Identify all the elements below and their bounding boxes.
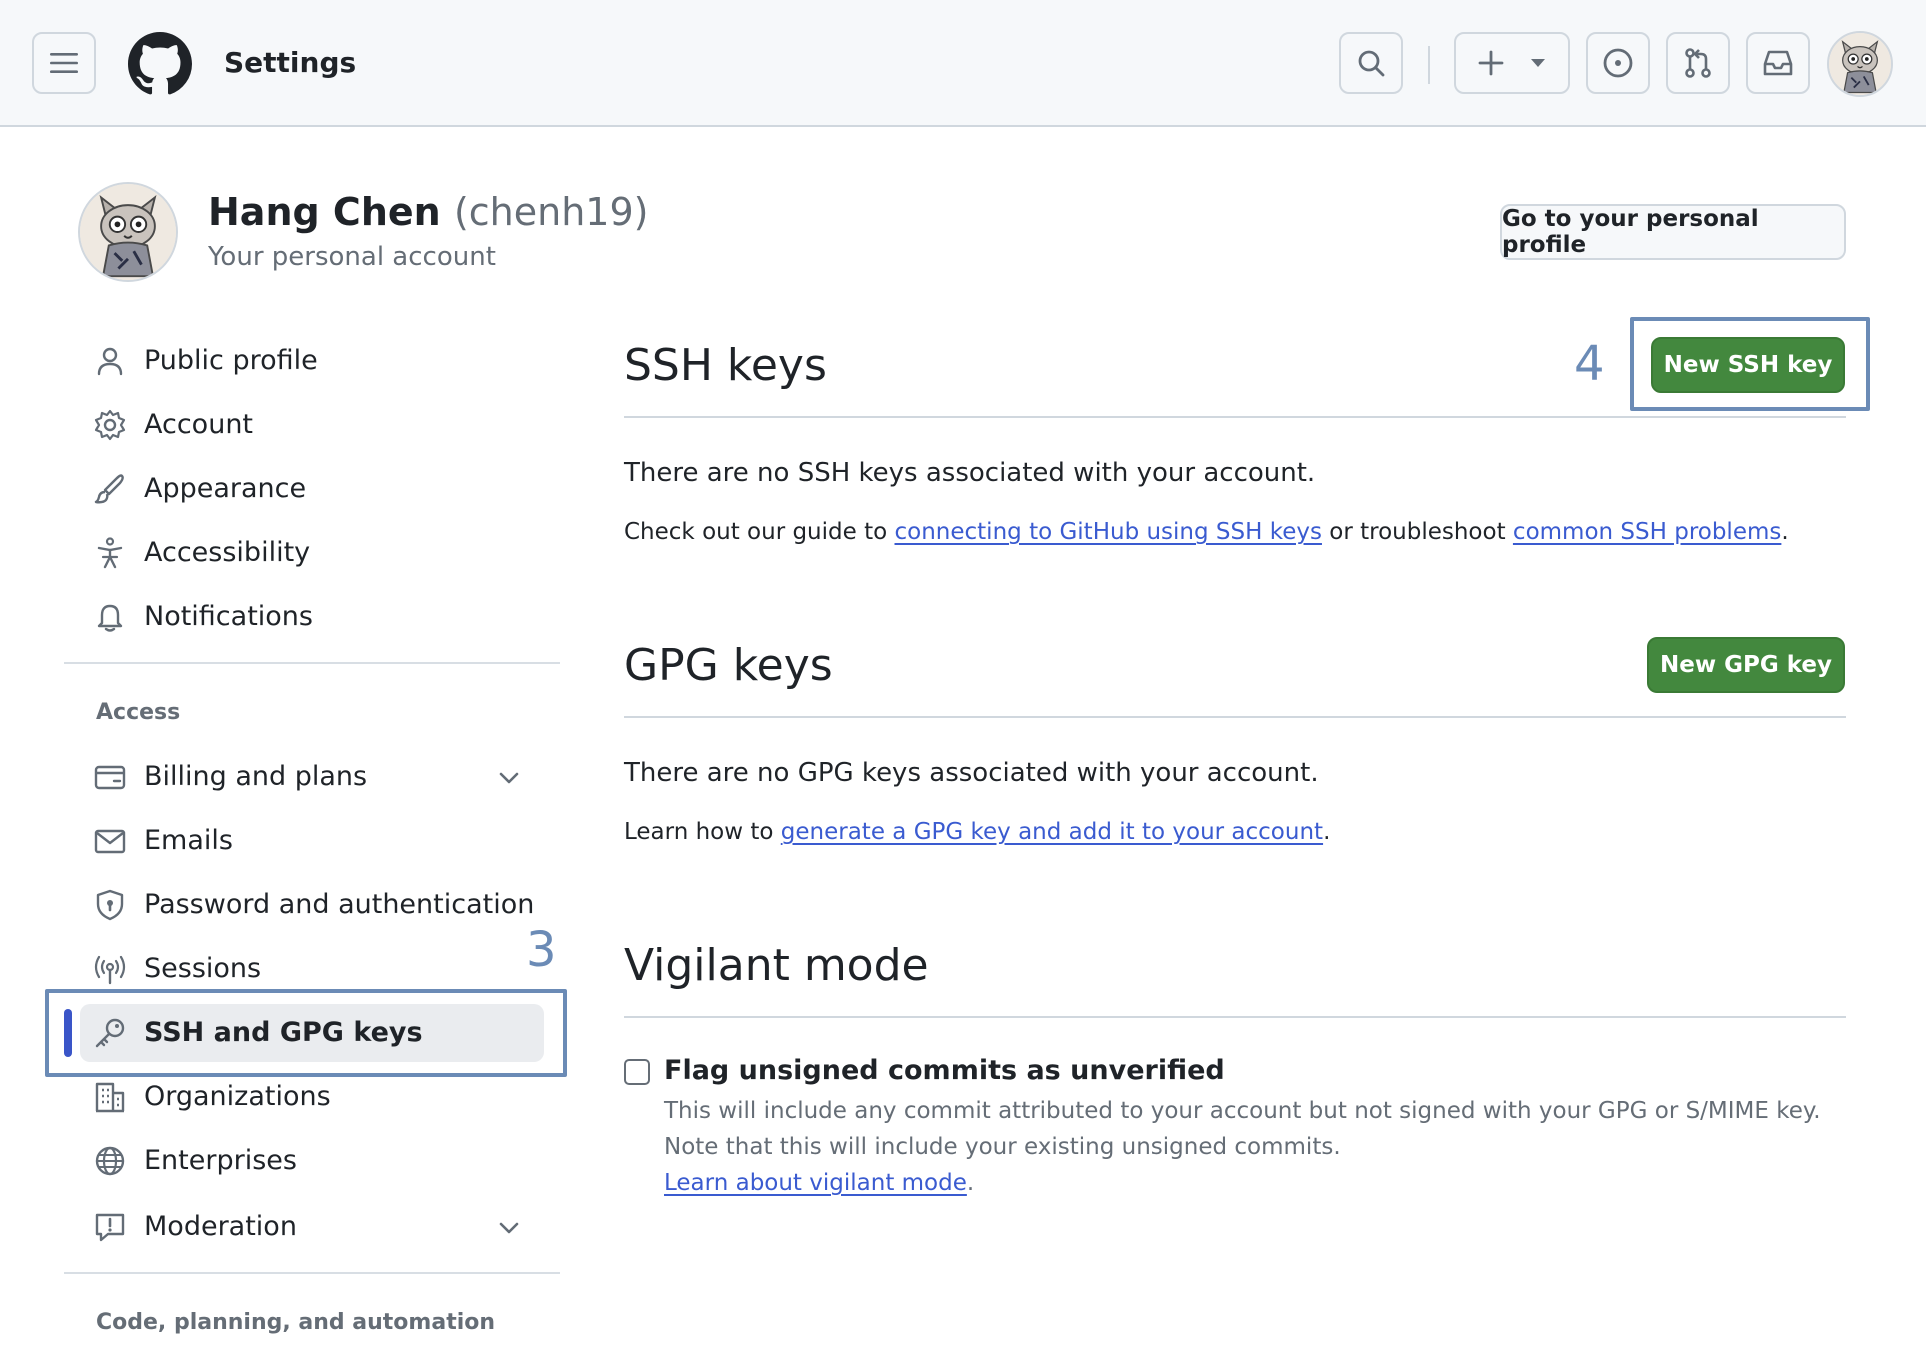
ssh-guide-suffix: . <box>1781 519 1789 545</box>
globe-icon <box>95 1146 125 1176</box>
profile-display-name: Hang Chen <box>208 190 441 234</box>
cat-avatar-icon <box>1829 33 1891 95</box>
create-new-button[interactable] <box>1454 32 1570 94</box>
gpg-keys-title: GPG keys <box>624 640 833 691</box>
ssh-guide-middle: or troubleshoot <box>1321 519 1513 545</box>
sidebar-item-emails[interactable]: Emails <box>80 812 544 870</box>
inbox-icon <box>1763 50 1793 76</box>
chevron-down-icon[interactable] <box>496 765 522 791</box>
cat-avatar-icon <box>80 184 176 280</box>
sidebar-item-enterprises[interactable]: Enterprises <box>80 1132 544 1190</box>
sidebar-item-label: Moderation <box>144 1211 297 1242</box>
vigilant-learn-link[interactable]: Learn about vigilant mode <box>664 1170 967 1196</box>
sidebar-divider <box>64 662 560 664</box>
sidebar-item-label: Account <box>144 409 254 440</box>
sidebar-item-password[interactable]: Password and authentication <box>80 876 544 934</box>
header-title: Settings <box>224 46 357 79</box>
hamburger-icon <box>50 53 78 73</box>
sidebar-divider <box>64 1272 560 1274</box>
sidebar-item-notifications[interactable]: Notifications <box>80 588 544 646</box>
go-to-profile-button[interactable]: Go to your personal profile <box>1500 204 1846 260</box>
sidebar-item-public-profile[interactable]: Public profile <box>80 332 544 390</box>
vigilant-learn-text: Learn about vigilant mode. <box>664 1170 974 1196</box>
annotation-number-step3: 3 <box>526 922 557 978</box>
ssh-keys-title: SSH keys <box>624 340 827 391</box>
top-header: Settings <box>0 0 1926 127</box>
bell-icon <box>97 604 123 632</box>
issue-opened-icon <box>1603 48 1633 78</box>
gear-icon <box>94 409 126 441</box>
vigilant-note-line2: Note that this will include your existin… <box>664 1134 1341 1160</box>
broadcast-icon <box>94 955 126 985</box>
sidebar-heading-access: Access <box>96 700 181 725</box>
shield-lock-icon <box>96 889 124 921</box>
sidebar-item-accessibility[interactable]: Accessibility <box>80 524 544 582</box>
plus-icon <box>1478 50 1504 76</box>
sidebar-item-label: Notifications <box>144 601 313 632</box>
gpg-learn-suffix: . <box>1323 819 1331 845</box>
sidebar-item-label: Public profile <box>144 345 318 376</box>
user-avatar-button[interactable] <box>1827 31 1893 97</box>
vigilant-learn-suffix: . <box>966 1170 975 1196</box>
vigilant-note-line1: This will include any commit attributed … <box>664 1098 1821 1124</box>
sidebar-item-label: Sessions <box>144 953 262 984</box>
profile-subtitle: Your personal account <box>208 242 496 272</box>
sidebar-item-label: Emails <box>144 825 233 856</box>
vigilant-mode-title: Vigilant mode <box>624 940 929 991</box>
sidebar-item-billing[interactable]: Billing and plans <box>80 748 544 806</box>
annotation-box-step3 <box>45 989 567 1077</box>
gpg-learn-prefix: Learn how to <box>624 819 781 845</box>
triangle-down-icon <box>1531 59 1545 67</box>
issues-button[interactable] <box>1586 32 1650 94</box>
search-icon <box>1358 50 1385 77</box>
section-divider <box>624 716 1846 718</box>
pull-requests-button[interactable] <box>1666 32 1730 94</box>
git-pull-request-icon <box>1685 48 1711 78</box>
section-divider <box>624 416 1846 418</box>
search-button[interactable] <box>1339 32 1403 94</box>
new-gpg-key-button[interactable]: New GPG key <box>1647 637 1845 693</box>
section-divider <box>624 1016 1846 1018</box>
ssh-problems-link[interactable]: common SSH problems <box>1513 519 1781 545</box>
organization-icon <box>95 1082 125 1113</box>
annotation-number-step4: 4 <box>1574 336 1605 392</box>
menu-button[interactable] <box>32 32 96 94</box>
sidebar-item-appearance[interactable]: Appearance <box>80 460 544 518</box>
ssh-guide-link[interactable]: connecting to GitHub using SSH keys <box>895 519 1322 545</box>
gpg-learn-text: Learn how to generate a GPG key and add … <box>624 819 1330 845</box>
profile-avatar <box>78 182 178 282</box>
ssh-guide-text: Check out our guide to connecting to Git… <box>624 519 1789 545</box>
sidebar-item-label: Billing and plans <box>144 761 368 792</box>
sidebar-heading-code: Code, planning, and automation <box>96 1310 496 1335</box>
header-divider <box>1428 46 1430 84</box>
profile-login: (chenh19) <box>453 190 649 234</box>
person-icon <box>97 347 123 376</box>
accessibility-icon <box>97 537 123 569</box>
sidebar-item-label: Password and authentication <box>144 889 535 920</box>
annotation-box-step4 <box>1630 317 1870 411</box>
report-icon <box>95 1213 125 1242</box>
gpg-learn-link[interactable]: generate a GPG key and add it to your ac… <box>781 819 1323 845</box>
ssh-guide-prefix: Check out our guide to <box>624 519 895 545</box>
gpg-empty-text: There are no GPG keys associated with yo… <box>624 758 1319 788</box>
mail-icon <box>94 829 126 854</box>
sidebar-item-account[interactable]: Account <box>80 396 544 454</box>
vigilant-mode-checkbox[interactable] <box>624 1059 650 1085</box>
github-logo-icon[interactable] <box>128 32 192 96</box>
sidebar-item-label: Accessibility <box>144 537 311 568</box>
sidebar-item-moderation[interactable]: Moderation <box>80 1198 544 1256</box>
vigilant-mode-label[interactable]: Flag unsigned commits as unverified <box>664 1055 1225 1086</box>
sidebar-item-label: Enterprises <box>144 1145 297 1176</box>
credit-card-icon <box>94 765 126 790</box>
ssh-empty-text: There are no SSH keys associated with yo… <box>624 458 1316 488</box>
chevron-down-icon[interactable] <box>496 1215 522 1241</box>
paintbrush-icon <box>94 474 124 504</box>
inbox-button[interactable] <box>1746 32 1810 94</box>
sidebar-item-label: Organizations <box>144 1081 331 1112</box>
sidebar-item-label: Appearance <box>144 473 307 504</box>
profile-name: Hang Chen (chenh19) <box>208 190 648 234</box>
